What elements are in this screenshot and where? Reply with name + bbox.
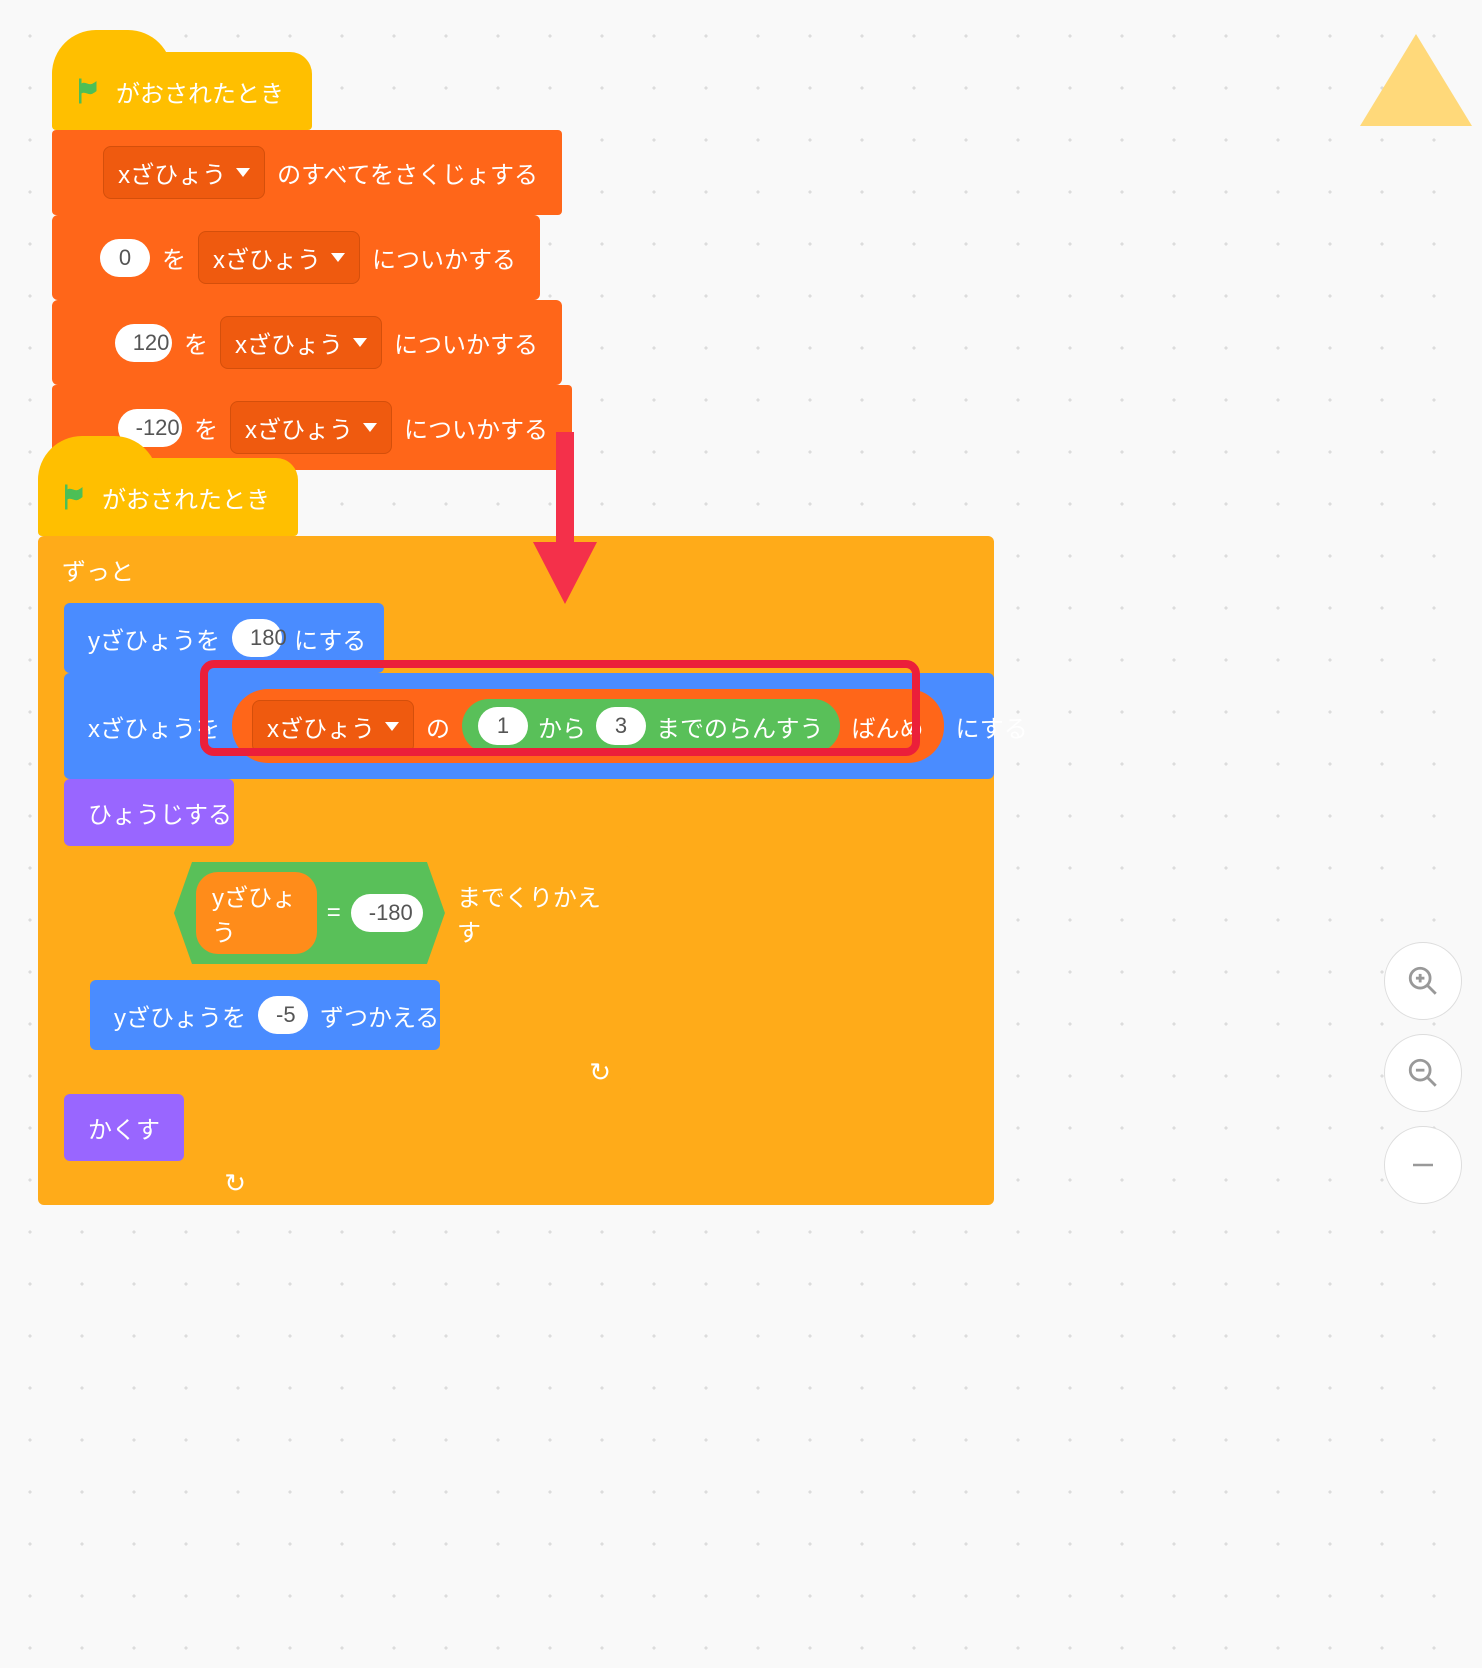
- item-suffix: ばんめ: [852, 709, 924, 744]
- add-to-list-block-120[interactable]: 120 を xざひょう についかする: [52, 300, 562, 385]
- list-dropdown[interactable]: xざひょう: [103, 146, 265, 199]
- random-from-input[interactable]: 1: [478, 707, 528, 745]
- hide-label: かくす: [88, 1110, 160, 1145]
- zoom-reset-button[interactable]: [1384, 1126, 1462, 1204]
- set-suffix: にする: [294, 621, 366, 656]
- dropdown-caret-icon: [236, 168, 250, 177]
- green-flag-icon: [74, 76, 104, 106]
- dropdown-caret-icon: [353, 338, 367, 347]
- delete-all-of-list-block[interactable]: xざひょう のすべてをさくじょする: [52, 130, 562, 215]
- add-suffix: についかする: [394, 325, 538, 360]
- sprite-preview-triangle: [1360, 34, 1472, 126]
- zoom-in-button[interactable]: [1384, 942, 1462, 1020]
- loop-arrow-icon: ↻: [224, 1168, 246, 1199]
- add-word-to: を: [194, 410, 218, 445]
- add-suffix: についかする: [372, 240, 516, 275]
- list-name: xざひょう: [267, 709, 375, 744]
- change-y-prefix: yざひょうを: [114, 998, 246, 1033]
- add-word-to: を: [184, 325, 208, 360]
- set-y-value-input[interactable]: 180: [232, 619, 282, 657]
- pick-random-reporter[interactable]: 1 から 3 までのらんすう: [462, 699, 840, 753]
- list-dropdown[interactable]: xざひょう: [230, 401, 392, 454]
- when-flag-clicked-hat[interactable]: がおされたとき: [52, 52, 312, 130]
- equals-sign: =: [327, 899, 341, 927]
- script-stack-2[interactable]: がおされたとき ずっと yざひょうを 180 にする xざひょうを xざひょう: [38, 458, 994, 1205]
- show-label: ひょうじする: [88, 795, 232, 830]
- change-y-suffix: ずつかえる: [320, 998, 439, 1033]
- dropdown-caret-icon: [363, 423, 377, 432]
- list-dropdown[interactable]: xざひょう: [220, 316, 382, 369]
- list-name: xざひょう: [235, 325, 343, 360]
- list-dropdown[interactable]: xざひょう: [252, 700, 414, 753]
- change-y-value-input[interactable]: -5: [258, 996, 308, 1034]
- list-name: xざひょう: [118, 155, 226, 190]
- zoom-out-button[interactable]: [1384, 1034, 1462, 1112]
- set-x-block[interactable]: xざひょうを xざひょう の 1 から 3 までのらんすう: [64, 673, 994, 779]
- item-of-word: の: [426, 709, 450, 744]
- list-name: xざひょう: [245, 410, 353, 445]
- dropdown-caret-icon: [385, 722, 399, 731]
- forever-block[interactable]: ずっと yざひょうを 180 にする xざひょうを xざひょう の: [38, 536, 994, 1205]
- hide-block[interactable]: かくす: [64, 1094, 184, 1161]
- add-suffix: についかする: [404, 410, 548, 445]
- add-word-to: を: [162, 240, 186, 275]
- set-y-block[interactable]: yざひょうを 180 にする: [64, 603, 384, 673]
- script-stack-1[interactable]: がおされたとき xざひょう のすべてをさくじょする 0 を xざひょう についか…: [52, 52, 572, 470]
- equals-value-input[interactable]: -180: [351, 894, 423, 932]
- add-to-list-block-0[interactable]: 0 を xざひょう についかする: [52, 215, 540, 300]
- item-of-list-reporter[interactable]: xざひょう の 1 から 3 までのらんすう ばんめ: [232, 689, 944, 763]
- block-workspace[interactable]: がおされたとき xざひょう のすべてをさくじょする 0 を xざひょう についか…: [0, 0, 1482, 1668]
- show-block[interactable]: ひょうじする: [64, 779, 234, 846]
- delete-all-suffix: のすべてをさくじょする: [277, 155, 538, 190]
- random-from-word: から: [538, 709, 586, 744]
- green-flag-icon: [60, 482, 90, 512]
- forever-label: ずっと: [62, 552, 134, 587]
- repeat-until-suffix: までくりかえす: [457, 878, 607, 948]
- when-flag-clicked-hat-2[interactable]: がおされたとき: [38, 458, 298, 536]
- dropdown-caret-icon: [331, 253, 345, 262]
- add-value-input-0[interactable]: 0: [100, 239, 150, 277]
- set-x-prefix: xざひょうを: [88, 709, 220, 744]
- y-position-reporter[interactable]: yざひょう: [196, 872, 317, 954]
- random-suffix: までのらんすう: [656, 709, 824, 744]
- loop-arrow-icon: ↻: [589, 1057, 611, 1088]
- list-name: xざひょう: [213, 240, 321, 275]
- set-y-prefix: yざひょうを: [88, 621, 220, 656]
- equals-operator[interactable]: yざひょう = -180: [174, 862, 445, 964]
- set-suffix: にする: [956, 709, 1028, 744]
- hat-label: がおされたとき: [116, 74, 284, 109]
- list-dropdown[interactable]: xざひょう: [198, 231, 360, 284]
- random-to-input[interactable]: 3: [596, 707, 646, 745]
- add-value-input-120[interactable]: 120: [115, 324, 172, 362]
- repeat-until-block[interactable]: yざひょう = -180 までくりかえす yざひょうを -5 ずつかえる: [64, 846, 631, 1094]
- change-y-block[interactable]: yざひょうを -5 ずつかえる: [90, 980, 440, 1050]
- hat-label: がおされたとき: [102, 480, 270, 515]
